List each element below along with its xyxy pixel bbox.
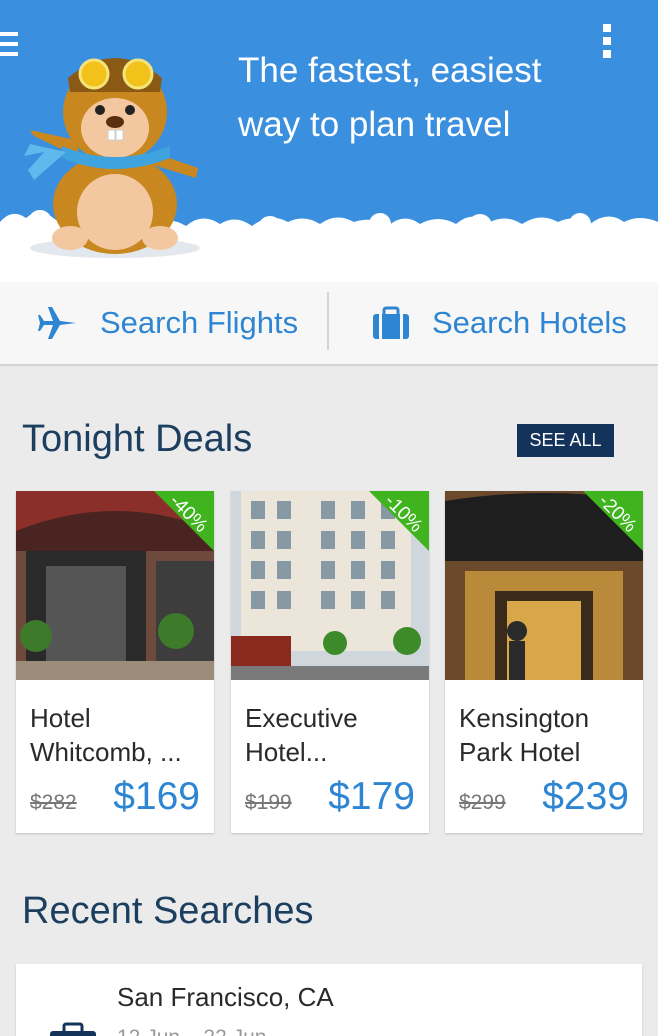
suitcase-icon [373, 306, 409, 339]
hotel-name: Hotel Whitcomb, ... [30, 703, 182, 767]
hotel-photo: -40% [16, 491, 214, 680]
recent-searches-title: Recent Searches [22, 890, 314, 932]
airplane-icon [38, 307, 76, 339]
original-price: $299 [459, 791, 506, 814]
recent-search-item[interactable]: San Francisco, CA 12 Jun – 22 Jun [16, 964, 642, 1036]
original-price: $282 [30, 791, 77, 814]
hotel-name: Executive Hotel... [245, 703, 358, 767]
original-price: $199 [245, 791, 292, 814]
deal-price: $169 [113, 775, 200, 818]
app-header: The fastest, easiest way to plan travel [0, 0, 658, 282]
discount-badge: -40% [154, 491, 214, 551]
search-tabs: Search Flights Search Hotels [0, 282, 658, 366]
hotel-photo: -10% [231, 491, 429, 680]
divider [327, 292, 329, 350]
hotel-name: Kensington Park Hotel [459, 703, 590, 767]
tagline: The fastest, easiest way to plan travel [238, 44, 618, 152]
recent-search-dates: 12 Jun – 22 Jun [117, 1026, 266, 1036]
mascot-illustration [24, 58, 200, 258]
search-flights-label: Search Flights [100, 305, 299, 340]
search-hotels-button[interactable]: Search Hotels [372, 282, 627, 364]
tagline-line-1: The fastest, easiest [238, 51, 542, 90]
recent-search-city: San Francisco, CA [117, 982, 334, 1012]
tonight-deals-title: Tonight Deals [22, 418, 253, 460]
deal-card[interactable]: -10% Executive Hotel... $199 $179 [231, 491, 429, 833]
deal-card[interactable]: -20% Kensington Park Hotel $299 $239 [445, 491, 643, 833]
search-hotels-label: Search Hotels [432, 305, 627, 340]
deal-card[interactable]: -40% Hotel Whitcomb, ... $282 $169 [16, 491, 214, 833]
deal-price: $179 [328, 775, 415, 818]
tagline-line-2: way to plan travel [238, 105, 511, 144]
discount-badge: -20% [583, 491, 643, 551]
deal-price: $239 [542, 775, 629, 818]
hamburger-menu-icon[interactable] [0, 32, 20, 60]
hotel-photo: -20% [445, 491, 643, 680]
discount-badge: -10% [369, 491, 429, 551]
search-flights-button[interactable]: Search Flights [38, 282, 298, 364]
see-all-button[interactable]: SEE ALL [517, 424, 614, 457]
suitcase-icon [50, 1022, 96, 1036]
